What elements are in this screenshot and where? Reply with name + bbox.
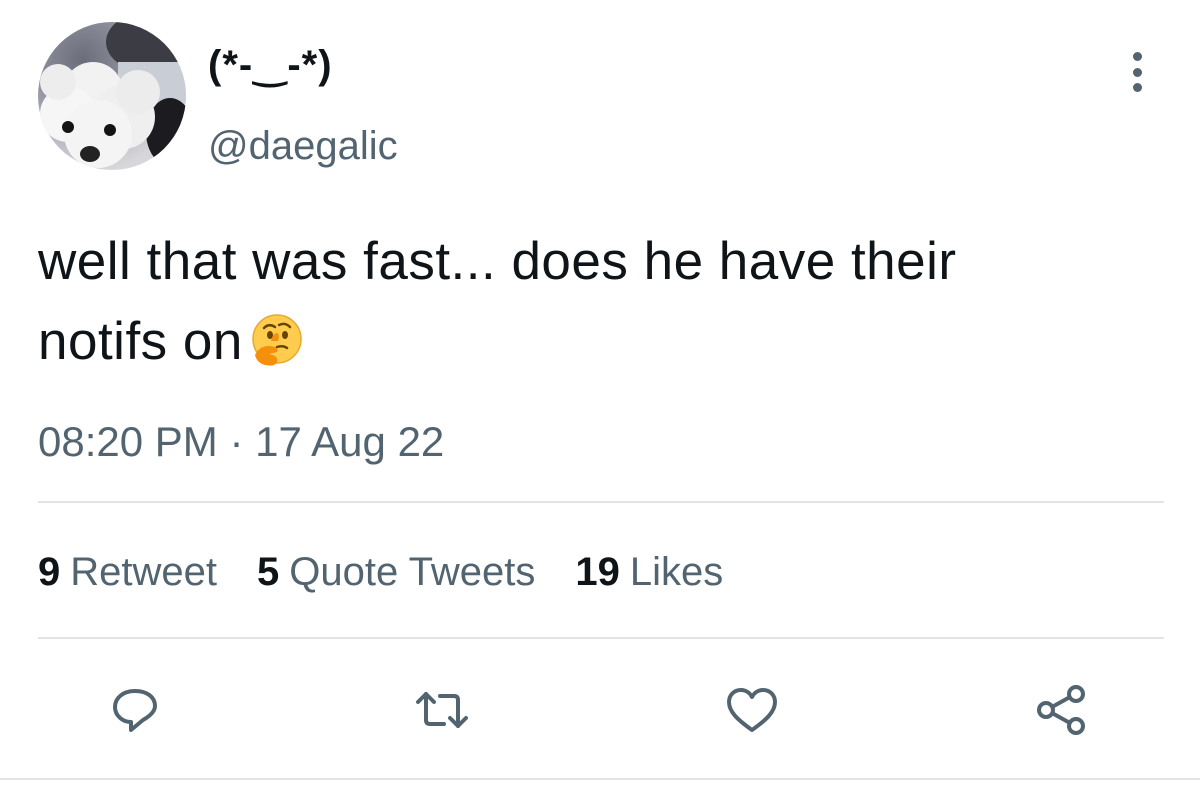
tweet-detail: (*-‿-*) @daegalic well that was fast... … xyxy=(0,0,1200,797)
avatar[interactable] xyxy=(38,22,186,170)
quotes-count: 5 xyxy=(257,550,280,594)
reply-button[interactable] xyxy=(105,680,165,740)
share-button[interactable] xyxy=(1032,680,1092,740)
divider xyxy=(0,778,1200,780)
tweet-text-fragment: notifs on xyxy=(38,312,243,371)
quotes-label: Quote Tweets xyxy=(289,550,536,594)
user-handle[interactable]: @daegalic xyxy=(208,126,398,166)
tweet-stats: 9 Retweet 5 Quote Tweets 19 Likes xyxy=(38,552,723,592)
likes-stat[interactable]: 19 Likes xyxy=(575,552,723,592)
quote-tweets-stat[interactable]: 5 Quote Tweets xyxy=(257,552,535,592)
reply-icon xyxy=(113,689,157,732)
likes-count: 19 xyxy=(575,550,620,594)
heart-icon xyxy=(727,688,777,732)
divider xyxy=(38,637,1164,639)
tweet-text-line: well that was fast... does he have their xyxy=(38,232,957,291)
retweet-icon xyxy=(416,692,468,728)
thinking-face-emoji-icon xyxy=(249,310,305,390)
tweet-text-line: notifs on xyxy=(38,302,1168,390)
retweet-button[interactable] xyxy=(412,680,472,740)
divider xyxy=(38,501,1164,503)
retweets-stat[interactable]: 9 Retweet xyxy=(38,552,217,592)
retweets-count: 9 xyxy=(38,550,61,594)
retweets-label: Retweet xyxy=(70,550,217,594)
more-options-icon[interactable] xyxy=(1122,52,1152,92)
likes-label: Likes xyxy=(629,550,724,594)
share-icon xyxy=(1037,685,1085,735)
like-button[interactable] xyxy=(722,680,782,740)
tweet-text: well that was fast... does he have their… xyxy=(38,222,1168,390)
display-name[interactable]: (*-‿-*) xyxy=(208,45,333,85)
tweet-timestamp[interactable]: 08:20 PM · 17 Aug 22 xyxy=(38,421,444,463)
